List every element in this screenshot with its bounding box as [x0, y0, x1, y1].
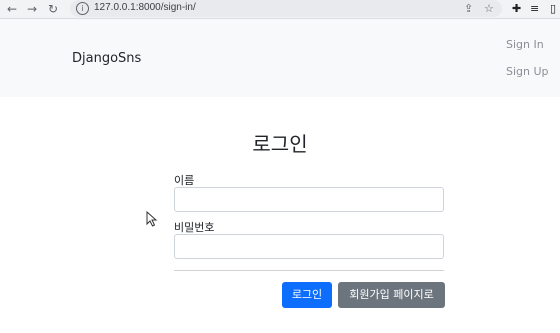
side-panel-icon[interactable]: ▯: [550, 1, 556, 16]
url-text: 127.0.0.1:8000/sign-in/: [94, 2, 196, 13]
signup-page-button[interactable]: 회원가입 페이지로: [338, 282, 445, 308]
navbar: DjangoSns Sign In Sign Up: [0, 19, 560, 97]
reading-list-icon[interactable]: ≡: [530, 1, 539, 16]
nav-sign-up-link[interactable]: Sign Up: [506, 65, 549, 78]
name-input[interactable]: [174, 187, 444, 212]
share-icon[interactable]: ⇪: [464, 1, 473, 16]
brand-link[interactable]: DjangoSns: [72, 51, 141, 66]
form-divider: [174, 270, 444, 271]
info-icon[interactable]: i: [76, 2, 89, 15]
forward-icon[interactable]: →: [24, 1, 40, 17]
page-title: 로그인: [252, 132, 308, 156]
name-label: 이름: [174, 174, 195, 187]
back-icon[interactable]: ←: [4, 1, 20, 17]
password-input[interactable]: [174, 234, 444, 259]
reload-icon[interactable]: ↻: [45, 1, 61, 17]
extensions-puzzle-icon[interactable]: ✚: [512, 1, 521, 16]
login-button[interactable]: 로그인: [282, 282, 332, 308]
address-bar[interactable]: i 127.0.0.1:8000/sign-in/ ⇪ ☆: [70, 0, 502, 17]
mouse-cursor-icon: [146, 211, 158, 227]
browser-toolbar: ← → ↻ i 127.0.0.1:8000/sign-in/ ⇪ ☆ ✚ ≡ …: [0, 0, 560, 19]
nav-sign-in-link[interactable]: Sign In: [506, 38, 544, 51]
bookmark-star-icon[interactable]: ☆: [484, 1, 494, 16]
password-label: 비밀번호: [174, 221, 215, 234]
